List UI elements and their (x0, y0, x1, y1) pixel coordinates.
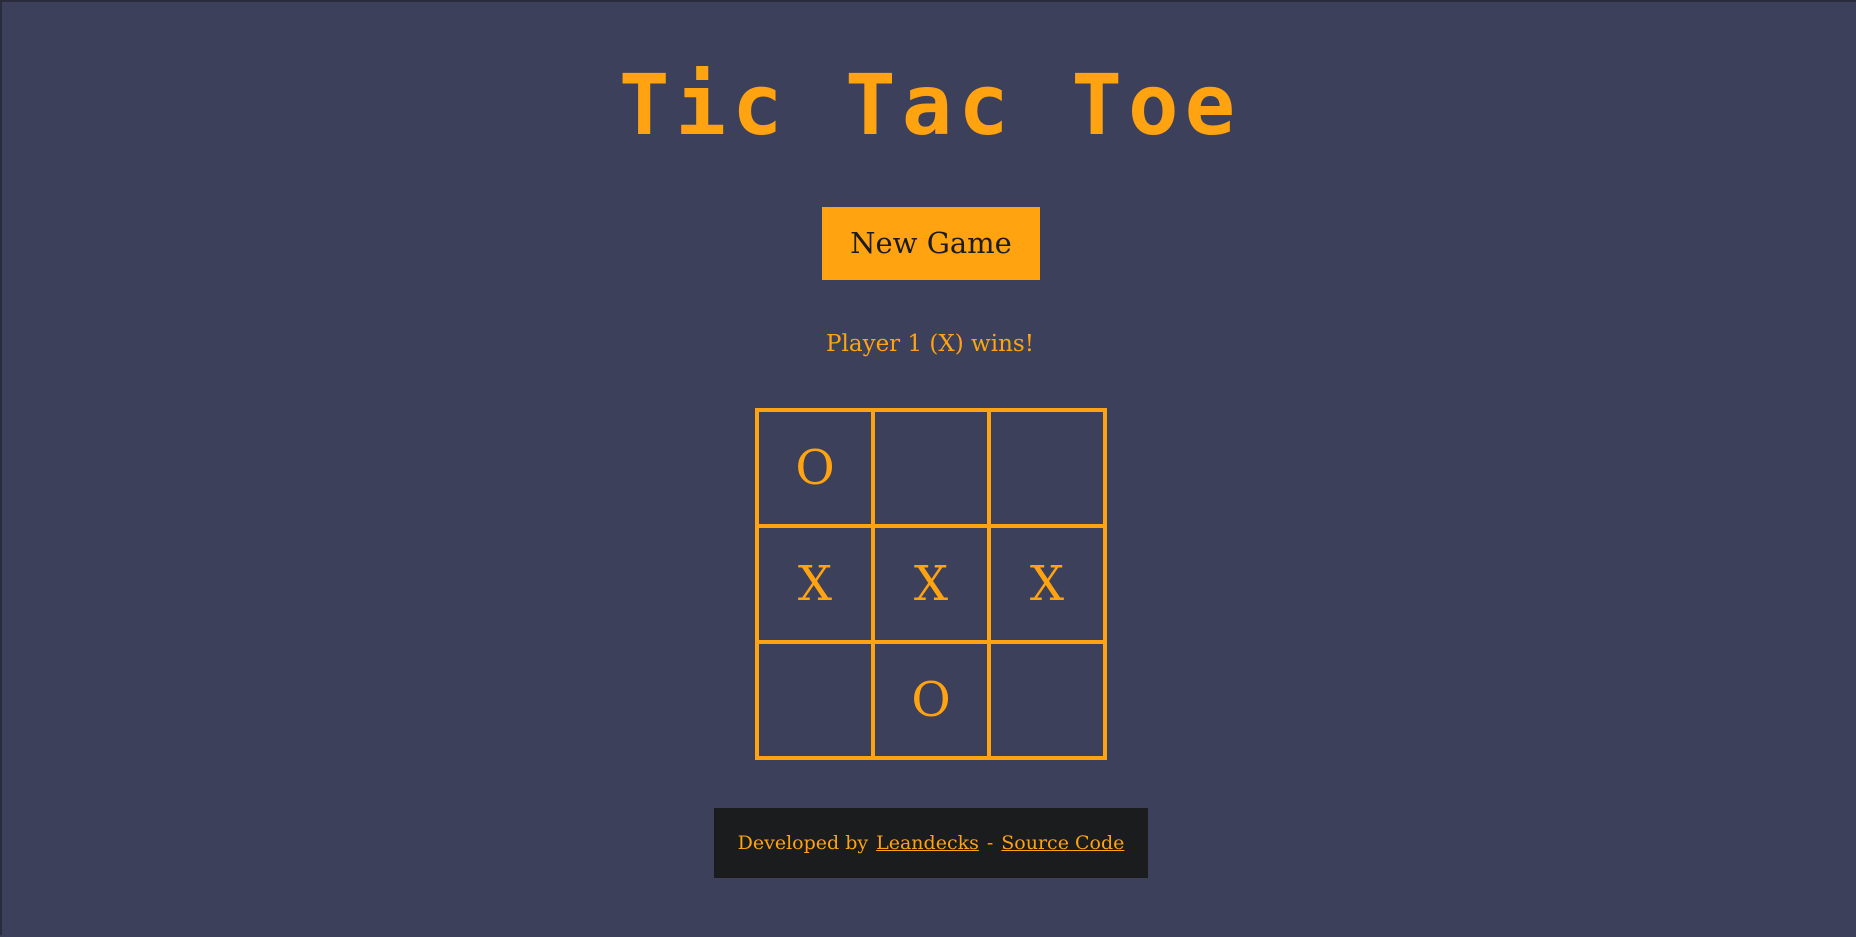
board-cell-8[interactable]: O (873, 642, 989, 758)
game-board: O X X X O (755, 408, 1107, 760)
board-cell-9[interactable] (989, 642, 1105, 758)
author-link[interactable]: Leandecks (876, 832, 979, 854)
footer: Developed by Leandecks - Source Code (714, 808, 1148, 878)
app-container: Tic Tac Toe New Game Player 1 (X) wins! … (2, 2, 1856, 937)
page-title: Tic Tac Toe (618, 56, 1242, 154)
board-cell-1[interactable]: O (757, 410, 873, 526)
board-cell-7[interactable] (757, 642, 873, 758)
board-cell-3[interactable] (989, 410, 1105, 526)
new-game-button[interactable]: New Game (822, 207, 1040, 280)
source-code-link[interactable]: Source Code (1001, 832, 1124, 854)
footer-developed-by: Developed by (737, 832, 869, 854)
board-cell-2[interactable] (873, 410, 989, 526)
board-cell-6[interactable]: X (989, 526, 1105, 642)
footer-separator: - (986, 832, 994, 854)
board-cell-5[interactable]: X (873, 526, 989, 642)
board-cell-4[interactable]: X (757, 526, 873, 642)
game-status: Player 1 (X) wins! (826, 331, 1034, 357)
